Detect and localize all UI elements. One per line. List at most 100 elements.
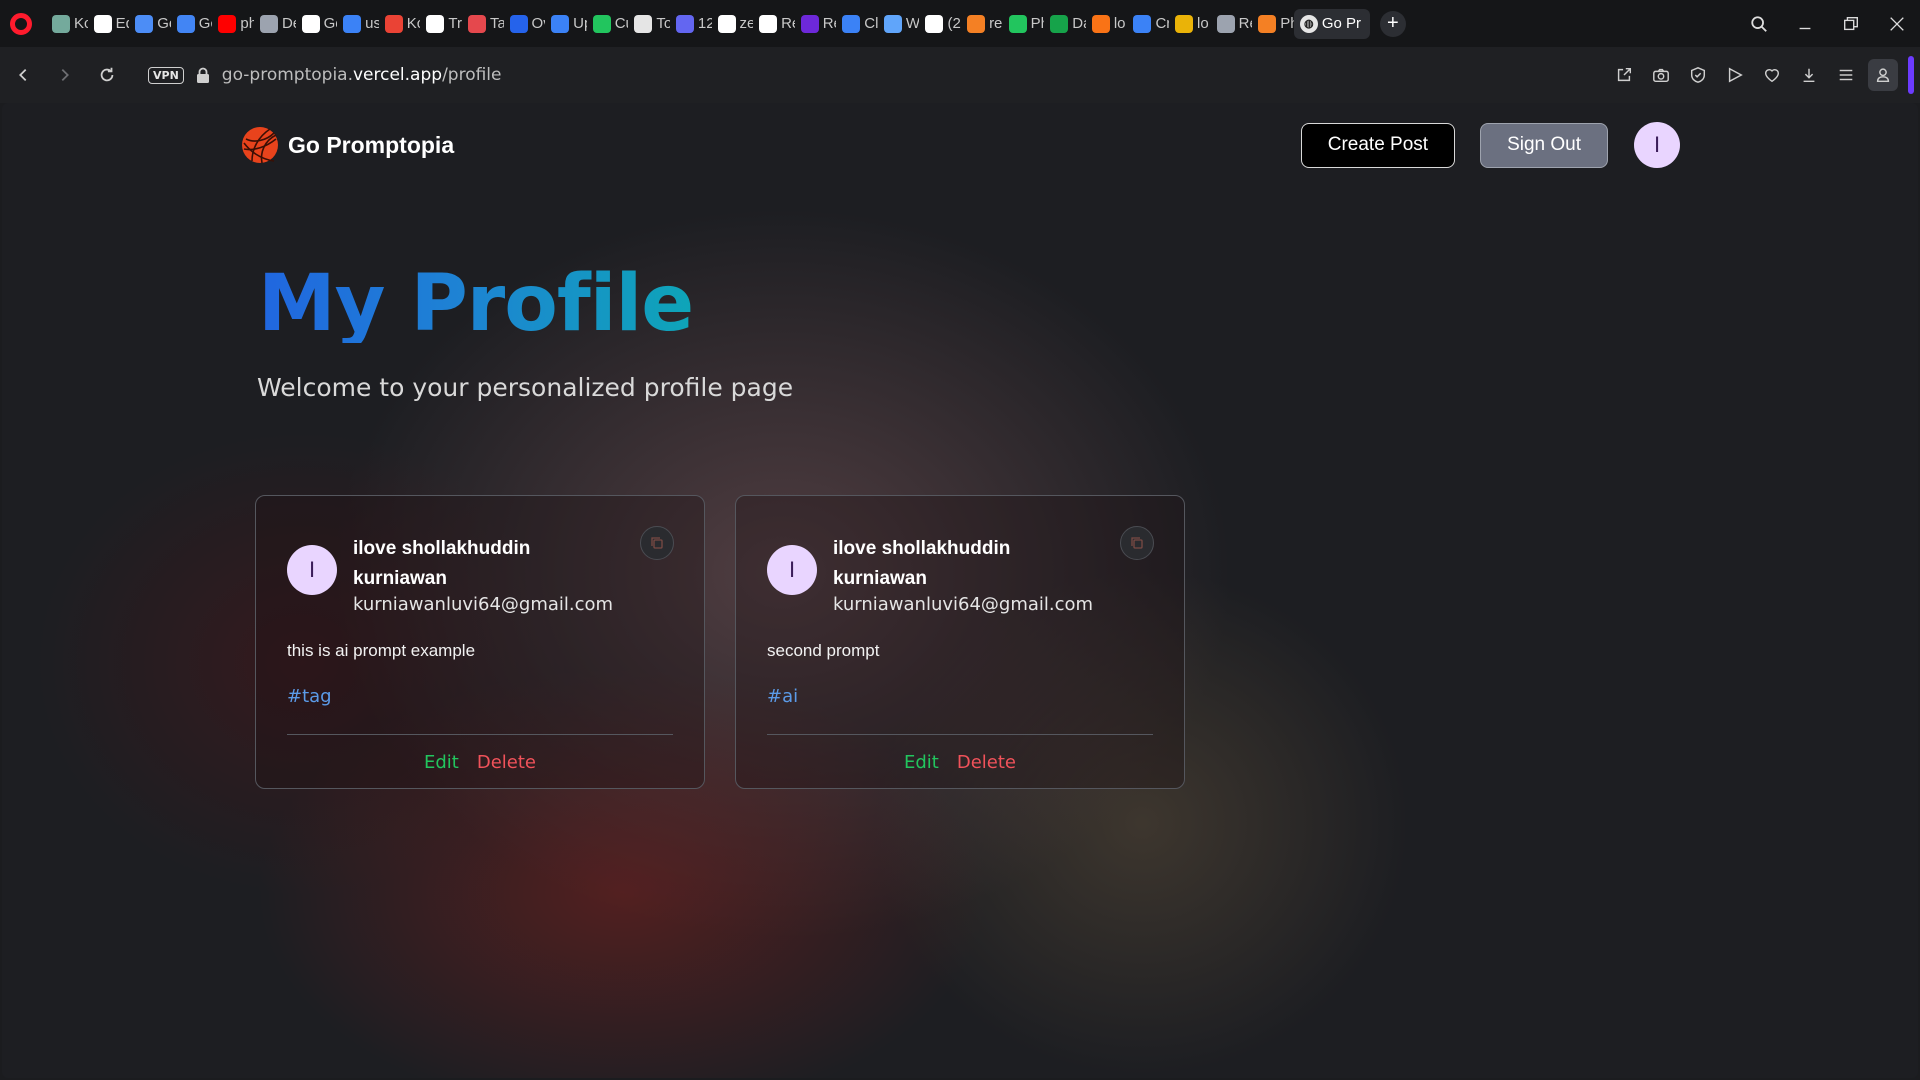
forward-button[interactable]: [44, 55, 86, 95]
browser-tab[interactable]: Up: [545, 9, 587, 39]
check-icon: [883, 14, 902, 33]
browser-tab[interactable]: W: [878, 9, 919, 39]
opera-logo-icon[interactable]: [10, 12, 32, 35]
author-email: kurniawanluvi64@gmail.com: [833, 594, 1094, 615]
browser-tab[interactable]: us: [337, 9, 379, 39]
globe-icon: ◍: [1299, 14, 1318, 33]
back-button[interactable]: [2, 55, 44, 95]
author-avatar[interactable]: I: [767, 545, 817, 595]
minimize-icon[interactable]: [1782, 0, 1828, 47]
new-tab-button[interactable]: +: [1379, 10, 1406, 37]
author-email: kurniawanluvi64@gmail.com: [353, 594, 614, 615]
sidebar-toggle[interactable]: [1908, 56, 1914, 94]
restore-icon[interactable]: [1828, 0, 1874, 47]
api-icon: [1133, 14, 1152, 33]
tab-label: Cr: [1155, 15, 1170, 32]
prompt-tag[interactable]: #tag: [287, 686, 673, 707]
close-icon[interactable]: [1874, 0, 1920, 47]
browser-tab[interactable]: ze: [712, 9, 753, 39]
browser-tab[interactable]: Ph: [1003, 9, 1045, 39]
camera-icon[interactable]: [1642, 59, 1679, 91]
url-field[interactable]: go-promptopia.vercel.app/profile: [222, 65, 502, 85]
url-path: /profile: [442, 65, 502, 85]
browser-tab[interactable]: Ov: [504, 9, 545, 39]
tab-label: Tr: [448, 15, 462, 32]
browser-tab[interactable]: Ge: [296, 9, 337, 39]
browser-tab[interactable]: Ge: [129, 9, 171, 39]
easy-setup-icon[interactable]: [1827, 59, 1864, 91]
framer-icon: [426, 14, 445, 33]
tab-label: us: [365, 15, 379, 32]
vpn-badge[interactable]: VPN: [148, 66, 184, 84]
browser-tab[interactable]: lo: [1086, 9, 1128, 39]
shield-icon: [509, 14, 528, 33]
browser-tab[interactable]: Cr: [1127, 9, 1169, 39]
edit-button[interactable]: Edit: [424, 752, 459, 773]
lock-icon[interactable]: [196, 67, 210, 83]
browser-tab[interactable]: Cu: [587, 9, 628, 39]
tab-label: Up: [573, 15, 587, 32]
browser-tab-strip: Kc Ed Ge Gc ph De Ge us Kc Tr Ta Ov Up Cu To 12 ze Re Re Cl…: [0, 0, 1920, 47]
edit-button[interactable]: Edit: [904, 752, 939, 773]
browser-tab[interactable]: lo: [1169, 9, 1211, 39]
box-icon: [1091, 14, 1110, 33]
book-icon: [1216, 14, 1235, 33]
browser-tab[interactable]: Gc: [171, 9, 212, 39]
logo-icon[interactable]: [240, 125, 280, 165]
browser-tab[interactable]: 12: [670, 9, 712, 39]
shield-check-icon[interactable]: [1679, 59, 1716, 91]
sign-out-button[interactable]: Sign Out: [1480, 122, 1608, 168]
browser-tab[interactable]: Tr: [420, 9, 462, 39]
profile-avatar[interactable]: I: [1634, 122, 1680, 168]
tab-label: Ta: [489, 15, 504, 32]
tab-label: Ph: [1030, 15, 1045, 32]
brand-name[interactable]: Go Promptopia: [288, 132, 454, 159]
browser-tab[interactable]: (2: [919, 9, 961, 39]
globe-icon: [675, 14, 694, 33]
browser-tab[interactable]: Ed: [88, 9, 129, 39]
stack-icon: [1258, 14, 1277, 33]
profile-icon[interactable]: [1868, 59, 1898, 91]
copy-button[interactable]: [1120, 526, 1154, 560]
browser-tab[interactable]: re: [961, 9, 1003, 39]
reload-button[interactable]: [86, 55, 128, 95]
browser-tab[interactable]: To: [628, 9, 670, 39]
tab-active[interactable]: ◍ Go Pr: [1293, 8, 1370, 39]
browser-tab[interactable]: Kc: [46, 9, 88, 39]
tab-label: Kc: [74, 15, 88, 32]
react-icon: [759, 14, 778, 33]
dev-avatar-icon: [259, 14, 278, 33]
browser-tab[interactable]: De: [254, 9, 296, 39]
browser-tab[interactable]: Re: [753, 9, 795, 39]
download-icon[interactable]: [1790, 59, 1827, 91]
url-subdomain: go-promptopia.: [221, 65, 353, 85]
heart-icon[interactable]: [1753, 59, 1790, 91]
browser-tab[interactable]: Re: [795, 9, 836, 39]
prompt-card: I ilove shollakhuddin kurniawan kurniawa…: [255, 495, 705, 789]
url-domain: vercel.app: [352, 65, 443, 85]
prompt-tag[interactable]: #ai: [767, 686, 1153, 707]
delete-button[interactable]: Delete: [477, 752, 536, 773]
browser-tab[interactable]: Ph: [1252, 9, 1294, 39]
author-name[interactable]: ilove shollakhuddin kurniawan: [833, 534, 1053, 594]
browser-tab[interactable]: Da: [1044, 9, 1086, 39]
create-post-button[interactable]: Create Post: [1300, 122, 1456, 168]
browser-tab[interactable]: Re: [1211, 9, 1252, 39]
browser-tab[interactable]: Ta: [462, 9, 504, 39]
browser-tab[interactable]: ph: [212, 9, 254, 39]
search-tabs-icon[interactable]: [1736, 0, 1782, 47]
copy-button[interactable]: [640, 526, 674, 560]
browser-tab[interactable]: Cl: [836, 9, 878, 39]
page-title: My Profile: [258, 259, 694, 349]
share-icon[interactable]: [1605, 59, 1642, 91]
tab-label: lo: [1197, 15, 1209, 32]
browser-tab[interactable]: Kc: [379, 9, 420, 39]
tab-label: Go Pr: [1321, 15, 1361, 32]
author-avatar[interactable]: I: [287, 545, 337, 595]
send-icon[interactable]: [1716, 59, 1753, 91]
delete-button[interactable]: Delete: [957, 752, 1016, 773]
author-name[interactable]: ilove shollakhuddin kurniawan: [353, 534, 573, 594]
github-icon: [717, 14, 736, 33]
notion-n-icon: [301, 14, 320, 33]
tab-label: 12: [697, 15, 712, 32]
